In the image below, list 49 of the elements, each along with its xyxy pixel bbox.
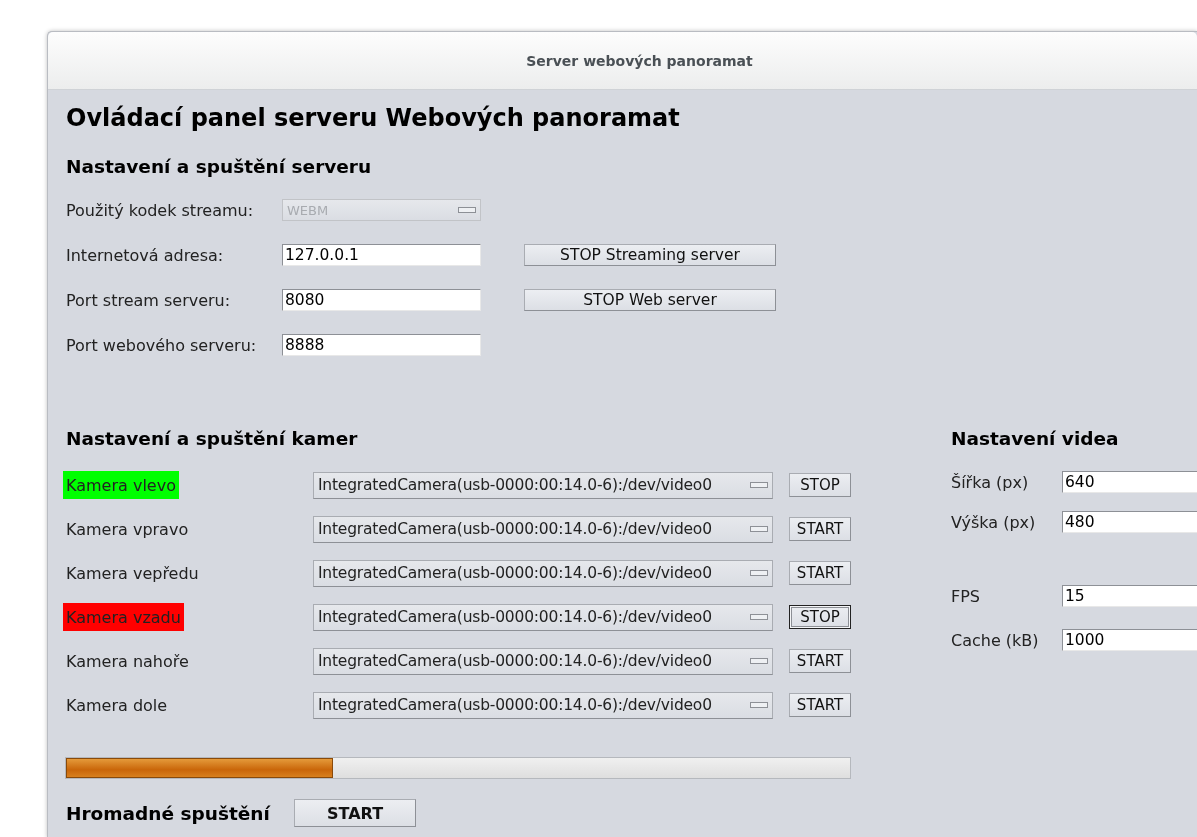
camera-label: Kamera dole (65, 694, 169, 717)
camera-label: Kamera vzadu (63, 603, 184, 631)
dropdown-icon (750, 526, 768, 532)
camera-button[interactable]: STOP (789, 473, 851, 497)
camera-label: Kamera nahoře (65, 650, 190, 673)
page-heading: Ovládací panel serveru Webových panoramat (66, 104, 681, 132)
dropdown-icon (750, 614, 768, 620)
dropdown-icon (750, 702, 768, 708)
dropdown-icon (750, 482, 768, 488)
bulk-start-button[interactable]: START (294, 799, 416, 827)
camera-dropdown[interactable]: IntegratedCamera(usb-0000:00:14.0-6):/dev/video0 (313, 647, 773, 675)
field-label: Cache (kB) (951, 630, 1040, 650)
input-field[interactable]: 127.0.0.1 (282, 244, 481, 266)
camera-button[interactable]: START (789, 649, 851, 673)
server-button[interactable]: STOP Web server (524, 289, 776, 311)
camera-dropdown[interactable]: IntegratedCamera(usb-0000:00:14.0-6):/dev/video0 (313, 471, 773, 499)
camera-dropdown[interactable]: IntegratedCamera(usb-0000:00:14.0-6):/dev/video0 (313, 515, 773, 543)
field-label: FPS (951, 586, 981, 606)
dropdown-icon (750, 570, 768, 576)
dropdown-icon (750, 658, 768, 664)
camera-label: Kamera vlevo (63, 471, 179, 499)
server-button[interactable]: STOP Streaming server (524, 244, 776, 266)
field-label: Port webového serveru: (66, 335, 258, 355)
camera-button[interactable]: START (789, 693, 851, 717)
field-label: Internetová adresa: (66, 245, 225, 265)
window-title: Server webových panoramat (526, 52, 753, 69)
input-field[interactable]: 8080 (282, 289, 481, 311)
section-heading: Nastavení a spuštění serveru (66, 156, 373, 177)
section-heading: Nastavení videa (951, 428, 1120, 449)
camera-button[interactable]: START (789, 561, 851, 585)
field-label: Port stream serveru: (66, 290, 232, 310)
camera-dropdown[interactable]: IntegratedCamera(usb-0000:00:14.0-6):/dev/video0 (313, 559, 773, 587)
input-field[interactable]: 640 (1062, 471, 1197, 493)
input-field[interactable]: 480 (1062, 511, 1197, 533)
field-label: Šířka (px) (951, 472, 1030, 492)
field-label: Výška (px) (951, 512, 1037, 532)
bulk-start-label: Hromadné spuštění (66, 802, 272, 824)
input-field[interactable]: 8888 (282, 334, 481, 356)
field-label: Použitý kodek streamu: (66, 200, 255, 220)
input-field[interactable]: 15 (1062, 585, 1197, 607)
camera-dropdown[interactable]: IntegratedCamera(usb-0000:00:14.0-6):/dev/video0 (313, 691, 773, 719)
camera-button[interactable]: STOP (789, 605, 851, 629)
camera-label: Kamera vpravo (65, 518, 190, 541)
camera-label: Kamera vepředu (65, 562, 200, 585)
dropdown-icon (458, 207, 476, 213)
input-field[interactable]: 1000 (1062, 629, 1197, 651)
section-heading: Nastavení a spuštění kamer (66, 428, 359, 449)
camera-button[interactable]: START (789, 517, 851, 541)
camera-dropdown[interactable]: IntegratedCamera(usb-0000:00:14.0-6):/dev/video0 (313, 603, 773, 631)
